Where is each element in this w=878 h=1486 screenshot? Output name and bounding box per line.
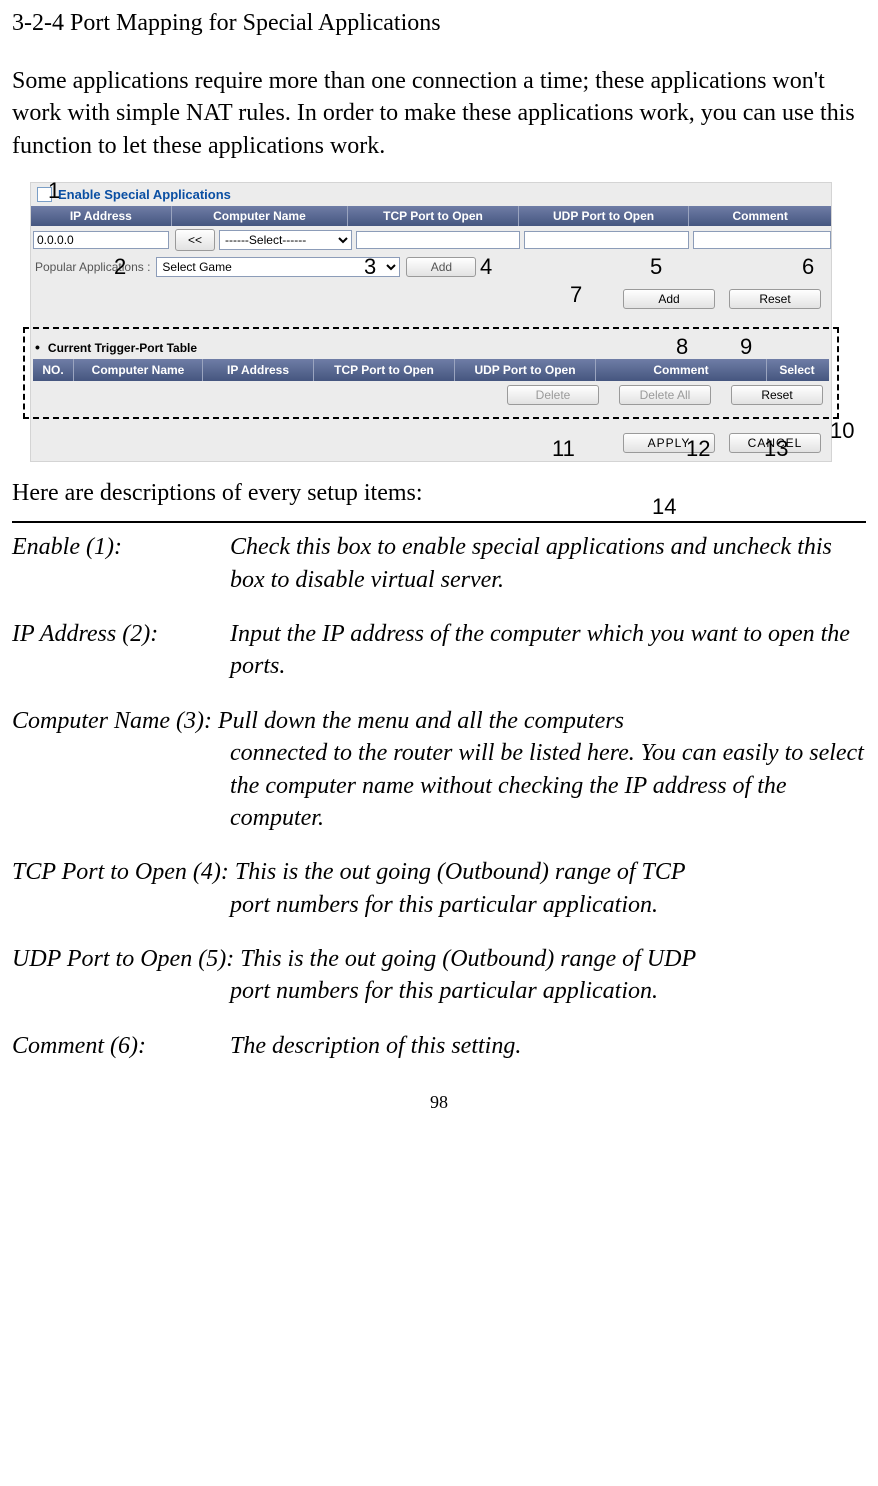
- annotation-6: 6: [802, 254, 814, 280]
- annotation-7: 7: [570, 282, 582, 308]
- add-button[interactable]: Add: [623, 289, 715, 309]
- item-tcp: TCP Port to Open (4): This is the out go…: [12, 856, 866, 921]
- item-comment-label: Comment (6):: [12, 1030, 230, 1062]
- item-ip: IP Address (2): Input the IP address of …: [12, 618, 866, 683]
- annotation-1: 1: [48, 178, 60, 204]
- hdr-tcp: TCP Port to Open: [348, 206, 519, 226]
- enable-label: Enable Special Applications: [58, 187, 231, 202]
- item-name-text-first: Pull down the menu and all the computers: [218, 708, 624, 734]
- item-udp-label: UDP Port to Open (5):: [12, 946, 234, 972]
- hdr-udp: UDP Port to Open: [519, 206, 690, 226]
- input-header-row: IP Address Computer Name TCP Port to Ope…: [31, 206, 831, 226]
- screenshot-area: 1 Enable Special Applications IP Address…: [12, 182, 866, 462]
- item-comment: Comment (6): The description of this set…: [12, 1030, 866, 1062]
- annotation-13: 13: [764, 436, 788, 462]
- hdr-name: Computer Name: [172, 206, 349, 226]
- item-name: Computer Name (3): Pull down the menu an…: [12, 705, 866, 835]
- hdr2-name: Computer Name: [74, 359, 203, 381]
- enable-row: Enable Special Applications: [31, 183, 831, 206]
- section-title: 3-2-4 Port Mapping for Special Applicati…: [12, 10, 866, 37]
- item-comment-text: The description of this setting.: [230, 1030, 866, 1062]
- trigger-table-box: Current Trigger-Port Table NO. Computer …: [23, 327, 839, 419]
- hdr-comment: Comment: [689, 206, 831, 226]
- trigger-table-title: Current Trigger-Port Table: [33, 335, 829, 359]
- annotation-10: 10: [830, 418, 854, 444]
- item-name-text-rest: connected to the router will be listed h…: [230, 737, 866, 834]
- popular-label: Popular Applications :: [35, 260, 150, 274]
- hdr2-no: NO.: [33, 359, 74, 381]
- annotation-8: 8: [676, 334, 688, 360]
- delete-all-button[interactable]: Delete All: [619, 385, 711, 405]
- delete-button[interactable]: Delete: [507, 385, 599, 405]
- item-enable-label: Enable (1):: [12, 531, 230, 596]
- item-udp-text-first: This is the out going (Outbound) range o…: [240, 946, 696, 972]
- trigger-header-row: NO. Computer Name IP Address TCP Port to…: [33, 359, 829, 381]
- arrow-button[interactable]: <<: [175, 229, 215, 251]
- item-ip-text: Input the IP address of the computer whi…: [230, 618, 866, 683]
- annotation-9: 9: [740, 334, 752, 360]
- add-game-button[interactable]: Add: [406, 257, 476, 277]
- udp-input[interactable]: [524, 231, 689, 249]
- hdr2-comment: Comment: [596, 359, 767, 381]
- comment-input[interactable]: [693, 231, 831, 249]
- hdr2-select: Select: [767, 359, 827, 381]
- item-tcp-label: TCP Port to Open (4):: [12, 859, 229, 885]
- config-panel: Enable Special Applications IP Address C…: [30, 182, 832, 462]
- annotation-4: 4: [480, 254, 492, 280]
- item-tcp-text-first: This is the out going (Outbound) range o…: [235, 859, 686, 885]
- tcp-input[interactable]: [356, 231, 521, 249]
- page-number: 98: [12, 1092, 866, 1113]
- item-udp-text-rest: port numbers for this particular applica…: [230, 975, 866, 1007]
- apply-cancel-row: APPLY CANCEL: [31, 419, 831, 461]
- intro-paragraph: Some applications require more than one …: [12, 65, 866, 162]
- hdr2-ip: IP Address: [203, 359, 314, 381]
- reset-button[interactable]: Reset: [729, 289, 821, 309]
- popular-apps-row: Popular Applications : Select Game Add: [31, 254, 831, 283]
- annotation-12: 12: [686, 436, 710, 462]
- item-name-label: Computer Name (3):: [12, 708, 212, 734]
- divider: [12, 521, 866, 523]
- reset-table-button[interactable]: Reset: [731, 385, 823, 405]
- ip-input[interactable]: [33, 231, 169, 249]
- hdr-ip: IP Address: [31, 206, 172, 226]
- computer-select[interactable]: ------Select------: [219, 230, 352, 250]
- item-udp: UDP Port to Open (5): This is the out go…: [12, 943, 866, 1008]
- add-reset-row: Add Reset: [31, 283, 831, 327]
- annotation-3: 3: [364, 254, 376, 280]
- item-ip-label: IP Address (2):: [12, 618, 230, 683]
- annotation-11: 11: [552, 436, 575, 462]
- table-buttons-row: Delete Delete All Reset: [33, 381, 829, 409]
- item-enable-text: Check this box to enable special applica…: [230, 531, 866, 596]
- annotation-14: 14: [652, 494, 676, 520]
- annotation-5: 5: [650, 254, 662, 280]
- item-tcp-text-rest: port numbers for this particular applica…: [230, 889, 866, 921]
- desc-intro: Here are descriptions of every setup ite…: [12, 480, 866, 507]
- input-row: << ------Select------: [31, 226, 831, 254]
- hdr2-tcp: TCP Port to Open: [314, 359, 455, 381]
- hdr2-udp: UDP Port to Open: [455, 359, 596, 381]
- annotation-2: 2: [114, 254, 126, 280]
- item-enable: Enable (1): Check this box to enable spe…: [12, 531, 866, 596]
